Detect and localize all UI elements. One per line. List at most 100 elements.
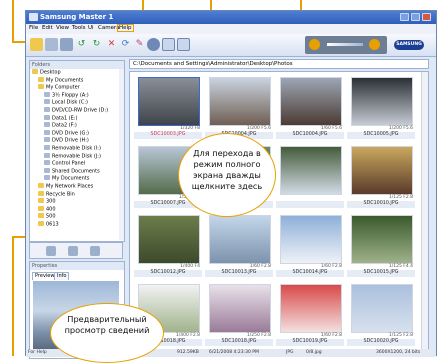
grid-scrollbar[interactable] bbox=[421, 72, 428, 350]
minimize-button[interactable] bbox=[400, 13, 409, 21]
tree-item[interactable]: 400 bbox=[30, 205, 124, 214]
thumbnail-image[interactable] bbox=[351, 77, 413, 126]
tree-item[interactable]: Data2 (F:) bbox=[30, 122, 124, 130]
tree-item[interactable]: My Computer bbox=[30, 84, 124, 92]
callout-line bbox=[12, 0, 14, 42]
tree-item[interactable]: Local Disk (C:) bbox=[30, 99, 124, 107]
callout-line bbox=[12, 236, 14, 356]
menu-ui[interactable]: Ui bbox=[88, 25, 94, 31]
menu-tools[interactable]: Tools bbox=[72, 25, 86, 31]
tree-item[interactable]: 500 bbox=[30, 213, 124, 221]
thumbnail-item[interactable]: 1/125 F2.8 SDC10020.JPG bbox=[347, 282, 415, 346]
folders-panel: Folders Desktop My Documents My Computer 3½… bbox=[29, 60, 125, 242]
tree-item-label: My Network Places bbox=[46, 183, 94, 190]
thumbnail-image[interactable] bbox=[351, 284, 413, 333]
menu-edit[interactable]: Edit bbox=[42, 25, 53, 31]
menu-file[interactable]: File bbox=[29, 25, 38, 31]
tree-item[interactable]: Recycle Bin bbox=[30, 190, 124, 199]
tab-info[interactable]: Info bbox=[54, 272, 70, 280]
thumbnail-filename: SDC10012.JPG bbox=[134, 270, 202, 277]
delete-icon[interactable]: ✕ bbox=[105, 38, 118, 51]
thumbnail-image[interactable] bbox=[280, 215, 342, 264]
close-button[interactable] bbox=[422, 13, 431, 21]
tree-item[interactable]: Shared Documents bbox=[30, 167, 124, 176]
folder-icon bbox=[44, 137, 50, 143]
thumbnail-item[interactable]: 1/400 F4 SDC10012.JPG bbox=[134, 213, 202, 277]
tree-item[interactable]: DVD Drive (H:) bbox=[30, 137, 124, 145]
refresh-icon[interactable]: ⟳ bbox=[119, 38, 132, 51]
tree-item[interactable]: 3½ Floppy (A:) bbox=[30, 91, 124, 100]
sort-icon[interactable] bbox=[90, 246, 100, 256]
thumbnail-item[interactable]: 1/60 F2.8 SDC10013.JPG bbox=[205, 213, 273, 277]
tree-item[interactable]: DVD Drive (G:) bbox=[30, 129, 124, 138]
zoom-out-icon[interactable] bbox=[309, 39, 320, 50]
zoom-panel bbox=[305, 36, 387, 54]
edit-icon[interactable]: ✎ bbox=[133, 38, 146, 51]
thumbnail-item[interactable]: 1/125 F2.8 SDC10010.JPG bbox=[347, 144, 415, 208]
callout-fullscreen: Для перехода в режим полного экрана дваж… bbox=[178, 133, 276, 217]
thumbnail-view-icon[interactable] bbox=[46, 246, 56, 256]
thumbnail-image[interactable] bbox=[209, 77, 271, 126]
thumbnail-item[interactable]: 1/200 F5.6SDC10004.JPG bbox=[205, 75, 273, 139]
tree-item[interactable]: 0613 bbox=[30, 220, 124, 229]
thumbnail-item[interactable]: 1/320 F8 SDC10003.JPG bbox=[134, 75, 202, 139]
thumbnail-image[interactable] bbox=[351, 215, 413, 264]
title-bar[interactable]: Samsung Master 1 bbox=[26, 11, 436, 24]
detail-view-icon[interactable] bbox=[68, 246, 78, 256]
tree-item-label: Removable Disk (J:) bbox=[52, 153, 101, 160]
thumbnail-filename: SDC10013.JPG bbox=[205, 270, 273, 277]
menu-help[interactable]: Help bbox=[117, 24, 134, 32]
thumbnail-item[interactable]: 1/60 F2.8 SDC10014.JPG bbox=[276, 213, 344, 277]
menu-view[interactable]: View bbox=[56, 25, 69, 31]
samsung-logo: SAMSUNG bbox=[394, 40, 424, 50]
open-icon[interactable] bbox=[30, 38, 43, 51]
thumbnail-image[interactable] bbox=[280, 77, 342, 126]
thumbnail-item[interactable]: 1/60 F5.6 SDC10004.JPG bbox=[276, 75, 344, 139]
thumbnail-image[interactable] bbox=[351, 146, 413, 195]
thumbnail-image[interactable] bbox=[280, 146, 342, 195]
view-icon[interactable] bbox=[162, 38, 175, 51]
tree-item-label: Control Panel bbox=[52, 160, 86, 167]
folder-icon bbox=[38, 84, 44, 90]
thumbnail-image[interactable] bbox=[209, 284, 271, 333]
tree-item[interactable]: My Documents bbox=[30, 76, 124, 85]
slideshow-icon[interactable] bbox=[147, 38, 160, 51]
tree-item[interactable]: Removable Disk (I:) bbox=[30, 144, 124, 153]
address-bar[interactable]: C:\Documents and Settings\Administrator\… bbox=[129, 59, 429, 69]
thumbnail-image[interactable] bbox=[138, 215, 200, 264]
rotate-right-icon[interactable]: ↻ bbox=[90, 38, 103, 51]
rotate-left-icon[interactable]: ↺ bbox=[75, 38, 88, 51]
properties-title: Properties bbox=[30, 262, 124, 270]
zoom-slider[interactable] bbox=[327, 43, 363, 46]
thumbnail-filename: SDC10019.JPG bbox=[276, 339, 344, 346]
thumbnail-item[interactable]: 1/250 F2.8 SDC10018.JPG bbox=[205, 282, 273, 346]
tree-item[interactable]: Control Panel bbox=[30, 160, 124, 168]
layout-icon[interactable] bbox=[177, 38, 190, 51]
tree-item[interactable]: Removable Disk (J:) bbox=[30, 152, 124, 161]
tree-item-label: 300 bbox=[46, 198, 56, 205]
thumbnail-item[interactable]: 1/125 F4.4 SDC10015.JPG bbox=[347, 213, 415, 277]
app-icon bbox=[29, 13, 38, 21]
thumbnail-image[interactable] bbox=[209, 215, 271, 264]
folders-scrollbar[interactable] bbox=[119, 69, 124, 240]
tree-item[interactable]: Desktop bbox=[30, 69, 124, 77]
thumbnail-item[interactable]: 1/200 F5.6 SDC10005.JPG bbox=[347, 75, 415, 139]
thumbnail-image[interactable] bbox=[138, 77, 200, 126]
import-icon[interactable] bbox=[45, 38, 58, 51]
folder-icon bbox=[44, 99, 50, 105]
thumbnail-item[interactable] bbox=[276, 144, 344, 208]
tree-item[interactable]: Data1 (E:) bbox=[30, 114, 124, 123]
thumbnail-image[interactable] bbox=[280, 284, 342, 333]
folder-icon bbox=[44, 175, 50, 181]
maximize-button[interactable] bbox=[411, 13, 420, 21]
zoom-in-icon[interactable] bbox=[369, 39, 380, 50]
tree-item[interactable]: DVD/CD-RW Drive (D:) bbox=[30, 106, 124, 115]
tree-item[interactable]: My Documents bbox=[30, 175, 124, 183]
print-icon[interactable] bbox=[60, 38, 73, 51]
tree-item[interactable]: My Network Places bbox=[30, 182, 124, 191]
tree-item[interactable]: 300 bbox=[30, 198, 124, 206]
thumbnail-filename: SDC10010.JPG bbox=[347, 201, 415, 208]
thumbnail-item[interactable]: 1/60 F2.8 SDC10019.JPG bbox=[276, 282, 344, 346]
folder-icon bbox=[38, 190, 44, 196]
folder-icon bbox=[38, 213, 44, 219]
